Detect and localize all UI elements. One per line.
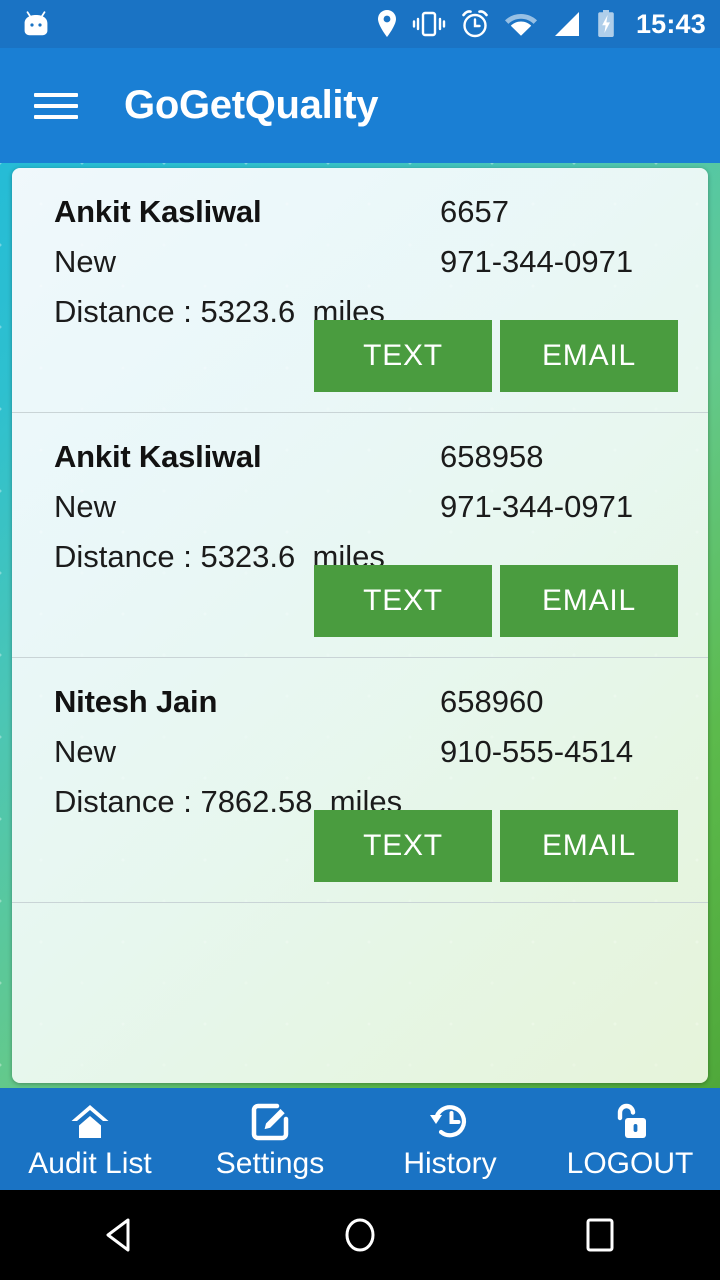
row-actions: TEXT EMAIL xyxy=(314,320,678,392)
record-id: 658960 xyxy=(440,684,544,719)
status-badge: New xyxy=(54,489,117,524)
battery-charging-icon xyxy=(598,10,614,37)
nav-label: LOGOUT xyxy=(566,1147,694,1180)
row-left-column: Ankit Kasliwal New Distance : 5323.6 mil… xyxy=(54,439,385,575)
status-bar: 15:43 xyxy=(0,0,720,48)
app-bar: GoGetQuality xyxy=(0,48,720,163)
status-badge: New xyxy=(54,734,117,769)
audit-list: Ankit Kasliwal New Distance : 5323.6 mil… xyxy=(12,168,708,1083)
notification-area xyxy=(0,11,72,37)
phone-number: 910-555-4514 xyxy=(440,734,634,769)
history-clock-icon xyxy=(428,1099,472,1145)
row-actions: TEXT EMAIL xyxy=(314,810,678,882)
recents-square-icon[interactable] xyxy=(540,1216,660,1254)
status-badge: New xyxy=(54,244,117,279)
customer-name: Ankit Kasliwal xyxy=(54,439,262,474)
record-id: 6657 xyxy=(440,194,509,229)
unlock-padlock-icon xyxy=(609,1099,651,1145)
status-bar-clock: 15:43 xyxy=(635,8,706,39)
back-triangle-icon[interactable] xyxy=(60,1216,180,1254)
row-right-column: 658960 910-555-4514 xyxy=(440,684,633,770)
record-id: 658958 xyxy=(440,439,544,474)
home-icon xyxy=(68,1099,112,1145)
text-button[interactable]: TEXT xyxy=(314,320,492,392)
email-button[interactable]: EMAIL xyxy=(500,565,678,637)
table-row[interactable]: Ankit Kasliwal New Distance : 5323.6 mil… xyxy=(12,413,708,658)
email-button[interactable]: EMAIL xyxy=(500,810,678,882)
table-row[interactable]: Ankit Kasliwal New Distance : 5323.6 mil… xyxy=(12,168,708,413)
nav-label: Audit List xyxy=(28,1147,152,1180)
text-button[interactable]: TEXT xyxy=(314,810,492,882)
status-icons: 15:43 xyxy=(376,9,720,39)
nav-item-logout[interactable]: LOGOUT xyxy=(540,1099,720,1179)
android-navigation-bar xyxy=(0,1190,720,1280)
phone-screen: 15:43 GoGetQuality Ankit Kasliwal New Di… xyxy=(0,0,720,1280)
phone-number: 971-344-0971 xyxy=(440,244,634,279)
row-left-column: Nitesh Jain New Distance : 7862.58 miles xyxy=(54,684,402,820)
text-button[interactable]: TEXT xyxy=(314,565,492,637)
bottom-navigation: Audit List Settings History LOGOUT xyxy=(0,1088,720,1190)
phone-number: 971-344-0971 xyxy=(440,489,634,524)
customer-name: Ankit Kasliwal xyxy=(54,194,262,229)
nav-label: History xyxy=(403,1147,497,1180)
location-pin-icon xyxy=(377,10,396,37)
hamburger-line xyxy=(34,103,78,108)
nav-item-settings[interactable]: Settings xyxy=(180,1099,360,1179)
row-right-column: 658958 971-344-0971 xyxy=(440,439,633,525)
row-left-column: Ankit Kasliwal New Distance : 5323.6 mil… xyxy=(54,194,385,330)
email-button[interactable]: EMAIL xyxy=(500,320,678,392)
hamburger-menu-icon[interactable] xyxy=(34,86,78,126)
wifi-icon xyxy=(504,14,537,36)
app-title: GoGetQuality xyxy=(124,83,379,127)
android-head-icon xyxy=(24,11,48,36)
nav-item-history[interactable]: History xyxy=(360,1099,540,1179)
nav-label: Settings xyxy=(215,1147,325,1180)
edit-square-icon xyxy=(249,1099,291,1145)
row-actions: TEXT EMAIL xyxy=(314,565,678,637)
vibrate-icon xyxy=(412,11,446,37)
home-circle-icon[interactable] xyxy=(300,1215,420,1255)
empty-list-area xyxy=(12,903,708,929)
customer-name: Nitesh Jain xyxy=(54,684,218,719)
hamburger-line xyxy=(34,114,78,119)
signal-icon xyxy=(554,12,579,36)
hamburger-line xyxy=(34,92,78,97)
nav-item-audit-list[interactable]: Audit List xyxy=(0,1099,180,1179)
alarm-clock-icon xyxy=(462,10,488,38)
table-row[interactable]: Nitesh Jain New Distance : 7862.58 miles… xyxy=(12,658,708,903)
row-right-column: 6657 971-344-0971 xyxy=(440,194,633,280)
